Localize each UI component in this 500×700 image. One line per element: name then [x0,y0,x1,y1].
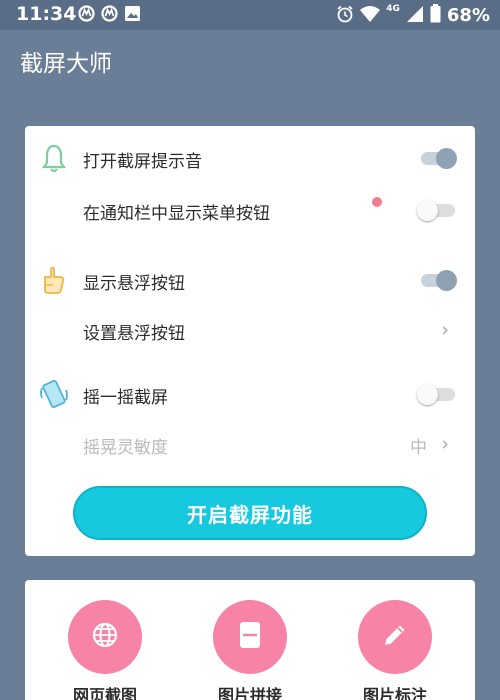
notification-menu-toggle[interactable] [417,200,457,221]
status-icons-right: 4G 68% [336,4,490,27]
status-icons-left [78,5,141,26]
tool-image-stitch-label: 图片拼接 [217,686,282,700]
shake-screenshot-toggle[interactable] [417,384,457,405]
shake-sensitivity-label: 摇晃灵敏度 [83,438,168,458]
row-shake-screenshot[interactable]: 摇一摇截屏 [25,374,475,414]
tool-image-annotate-circle[interactable] [358,600,432,674]
tool-web-screenshot-label: 网页截图 [72,686,137,700]
shake-sensitivity-value: 中 [410,438,427,458]
battery-percent: 68% [446,5,490,26]
screenshot-sound-toggle[interactable] [417,148,457,169]
tools-card: 网页截图 图片拼接 图片标注 [25,580,475,700]
new-badge-dot [372,197,382,207]
status-bar: 11:34 4G 68% [0,0,500,30]
row-notification-menu[interactable]: 在通知栏中显示菜单按钮 [25,190,475,230]
tool-image-annotate-label: 图片标注 [362,686,427,700]
alarm-icon [336,5,354,27]
tool-web-screenshot[interactable]: 网页截图 [50,600,160,700]
app-title: 截屏大师 [20,51,112,77]
settings-card: 打开截屏提示音 在通知栏中显示菜单按钮 显示悬浮按钮 设置悬浮按钮 › 摇一摇截… [25,126,475,556]
screenshot-sound-label: 打开截屏提示音 [83,152,202,172]
set-floating-label: 设置悬浮按钮 [83,324,185,344]
wifi-icon [360,5,381,27]
row-shake-sensitivity[interactable]: 摇晃灵敏度 中 › [25,424,475,464]
row-screenshot-sound[interactable]: 打开截屏提示音 [25,138,475,178]
status-time: 11:34 [16,3,77,25]
tool-image-stitch-circle[interactable] [213,600,287,674]
tool-image-annotate[interactable]: 图片标注 [340,600,450,700]
app-bar: 截屏大师 [0,30,500,90]
signal-icon [406,5,424,27]
shake-phone-icon [39,378,69,410]
show-floating-toggle[interactable] [417,270,457,291]
stitch-icon [239,621,261,653]
notification-menu-label: 在通知栏中显示菜单按钮 [83,204,270,224]
start-screenshot-button[interactable]: 开启截屏功能 [73,486,427,540]
network-type: 4G [386,4,400,14]
moto-icon [101,5,118,26]
pointing-hand-icon [39,264,69,296]
show-floating-label: 显示悬浮按钮 [83,274,185,294]
shake-screenshot-label: 摇一摇截屏 [83,388,168,408]
image-icon [124,5,141,26]
tool-image-stitch[interactable]: 图片拼接 [195,600,305,700]
battery-icon [430,4,441,27]
chevron-right-icon: › [441,319,449,341]
chevron-right-icon: › [441,433,449,455]
row-show-floating-button[interactable]: 显示悬浮按钮 [25,260,475,300]
bell-icon [39,142,69,174]
moto-icon [78,5,95,26]
row-set-floating-button[interactable]: 设置悬浮按钮 › [25,310,475,350]
globe-icon [91,621,119,653]
pencil-icon [382,622,408,652]
tool-web-screenshot-circle[interactable] [68,600,142,674]
